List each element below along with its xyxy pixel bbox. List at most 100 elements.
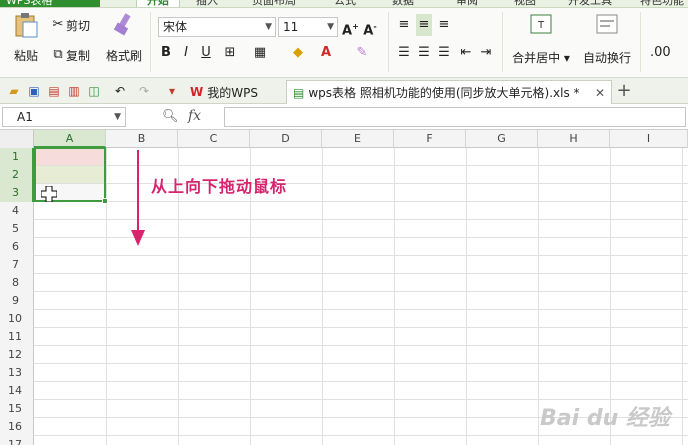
align-right-button[interactable]: ☰ bbox=[436, 42, 452, 64]
tab-document[interactable]: ▤ wps表格 照相机功能的使用(同步放大单元格).xls * ✕ bbox=[286, 80, 612, 104]
tab-home[interactable]: 开始 bbox=[136, 0, 180, 7]
column-header-d[interactable]: D bbox=[250, 130, 322, 148]
row-header-2[interactable]: 2 bbox=[0, 166, 34, 184]
indent-increase-button[interactable]: ⇥ bbox=[478, 42, 494, 64]
font-name-select[interactable]: 宋体 ▼ bbox=[158, 17, 276, 37]
wrap-text-label: 自动换行 bbox=[582, 51, 631, 65]
tab-formula[interactable]: 公式 bbox=[334, 0, 356, 7]
row-header-9[interactable]: 9 bbox=[0, 292, 34, 310]
bold-icon: B bbox=[161, 45, 171, 60]
align-bottom-button[interactable]: ≡ bbox=[436, 14, 452, 36]
clear-button[interactable]: ✎ bbox=[354, 42, 370, 64]
close-icon[interactable]: ✕ bbox=[595, 86, 605, 100]
align-top-button[interactable]: ≡ bbox=[396, 14, 412, 36]
border-button[interactable]: ⊞ bbox=[222, 42, 238, 64]
number-format-button[interactable]: .00 bbox=[650, 42, 671, 64]
column-header-f[interactable]: F bbox=[394, 130, 466, 148]
row-header-12[interactable]: 12 bbox=[0, 346, 34, 364]
italic-button[interactable]: I bbox=[178, 42, 194, 64]
row-header-4[interactable]: 4 bbox=[0, 202, 34, 220]
merge-center-button[interactable]: T 合并居中 ▾ bbox=[508, 14, 574, 66]
fx-button[interactable]: fx bbox=[188, 108, 201, 124]
customize-icon[interactable]: ▾ bbox=[164, 83, 180, 99]
svg-text:T: T bbox=[537, 20, 545, 31]
tab-insert[interactable]: 插入 bbox=[196, 0, 218, 7]
align-right-icon: ☰ bbox=[438, 45, 450, 60]
table-row: 4 bbox=[0, 202, 688, 220]
row-header-5[interactable]: 5 bbox=[0, 220, 34, 238]
save-icon[interactable]: ▣ bbox=[26, 83, 42, 99]
tab-data[interactable]: 数据 bbox=[392, 0, 414, 7]
format-painter-label: 格式刷 bbox=[105, 49, 142, 63]
align-center-button[interactable]: ☰ bbox=[416, 42, 432, 64]
table-row: 6 bbox=[0, 238, 688, 256]
folder-open-icon[interactable]: ▰ bbox=[6, 83, 22, 99]
font-color-button[interactable]: A bbox=[318, 42, 334, 64]
column-header-h[interactable]: H bbox=[538, 130, 610, 148]
row-header-3[interactable]: 3 bbox=[0, 184, 34, 202]
font-name-value: 宋体 bbox=[163, 20, 188, 34]
font-size-select[interactable]: 11 ▼ bbox=[278, 17, 338, 37]
name-box[interactable]: A1 ▼ bbox=[2, 107, 126, 127]
merge-center-label: 合并居中 ▾ bbox=[512, 51, 570, 65]
copy-button[interactable]: ⧉ 复制 bbox=[50, 44, 90, 66]
fill-pattern-button[interactable]: ▦ bbox=[252, 42, 268, 64]
row-header-14[interactable]: 14 bbox=[0, 382, 34, 400]
grow-font-button[interactable]: A+ bbox=[342, 16, 359, 38]
row-header-13[interactable]: 13 bbox=[0, 364, 34, 382]
tab-page-layout[interactable]: 页面布局 bbox=[252, 0, 296, 7]
tab-developer[interactable]: 开发工具 bbox=[568, 0, 612, 7]
cut-button[interactable]: ✂ 剪切 bbox=[50, 14, 90, 36]
shrink-font-button[interactable]: A- bbox=[362, 16, 378, 38]
column-header-a[interactable]: A bbox=[34, 130, 106, 148]
row-header-15[interactable]: 15 bbox=[0, 400, 34, 418]
app-title[interactable]: WPS表格 bbox=[0, 0, 100, 7]
tab-view[interactable]: 视图 bbox=[514, 0, 536, 7]
zoom-icon[interactable]: 🔍︎ bbox=[162, 109, 179, 124]
align-middle-icon: ≡ bbox=[418, 17, 430, 32]
paste-button[interactable]: 粘贴 bbox=[6, 12, 46, 64]
row-header-11[interactable]: 11 bbox=[0, 328, 34, 346]
underline-icon: U bbox=[201, 45, 211, 60]
align-left-button[interactable]: ☰ bbox=[396, 42, 412, 64]
undo-icon[interactable]: ↶ bbox=[112, 83, 128, 99]
table-row: 5 bbox=[0, 220, 688, 238]
row-header-17[interactable]: 17 bbox=[0, 436, 34, 445]
redo-icon[interactable]: ↷ bbox=[136, 83, 152, 99]
spreadsheet-grid[interactable]: A B C D E F G H I 1 2 3 4 5 6 7 8 9 10 1… bbox=[0, 130, 688, 445]
table-row: 10 bbox=[0, 310, 688, 328]
export-pdf-icon[interactable]: ▤ bbox=[46, 83, 62, 99]
new-tab-button[interactable]: + bbox=[616, 82, 632, 100]
underline-button[interactable]: U bbox=[198, 42, 214, 64]
column-header-g[interactable]: G bbox=[466, 130, 538, 148]
select-all-corner[interactable] bbox=[0, 130, 34, 148]
font-size-value: 11 bbox=[283, 20, 299, 34]
cut-label: 剪切 bbox=[66, 18, 91, 33]
format-painter-button[interactable]: 格式刷 bbox=[102, 12, 146, 64]
column-header-i[interactable]: I bbox=[610, 130, 688, 148]
row-header-16[interactable]: 16 bbox=[0, 418, 34, 436]
row-header-6[interactable]: 6 bbox=[0, 238, 34, 256]
row-header-7[interactable]: 7 bbox=[0, 256, 34, 274]
print-icon[interactable]: ▥ bbox=[66, 83, 82, 99]
print-preview-icon[interactable]: ◫ bbox=[86, 83, 102, 99]
tab-review[interactable]: 审阅 bbox=[456, 0, 478, 7]
tab-my-wps[interactable]: W 我的WPS bbox=[184, 80, 264, 104]
column-header-b[interactable]: B bbox=[106, 130, 178, 148]
column-header-c[interactable]: C bbox=[178, 130, 250, 148]
indent-decrease-button[interactable]: ⇤ bbox=[458, 42, 474, 64]
tab-special[interactable]: 特色功能 bbox=[640, 0, 684, 7]
row-header-1[interactable]: 1 bbox=[0, 148, 34, 166]
align-middle-button[interactable]: ≡ bbox=[416, 14, 432, 36]
formula-input[interactable] bbox=[224, 107, 686, 127]
column-header-e[interactable]: E bbox=[322, 130, 394, 148]
fill-color-button[interactable]: ◆ bbox=[290, 42, 306, 64]
row-header-10[interactable]: 10 bbox=[0, 310, 34, 328]
wrap-text-button[interactable]: 自动换行 bbox=[578, 14, 636, 66]
bold-button[interactable]: B bbox=[158, 42, 174, 64]
table-row: 8 bbox=[0, 274, 688, 292]
ribbon: 粘贴 ✂ 剪切 ⧉ 复制 格式刷 宋体 ▼ 11 ▼ A+ A- B I U ⊞ bbox=[0, 8, 688, 78]
formula-bar: A1 ▼ 🔍︎ fx bbox=[0, 104, 688, 130]
fill-handle[interactable] bbox=[102, 198, 108, 204]
row-header-8[interactable]: 8 bbox=[0, 274, 34, 292]
